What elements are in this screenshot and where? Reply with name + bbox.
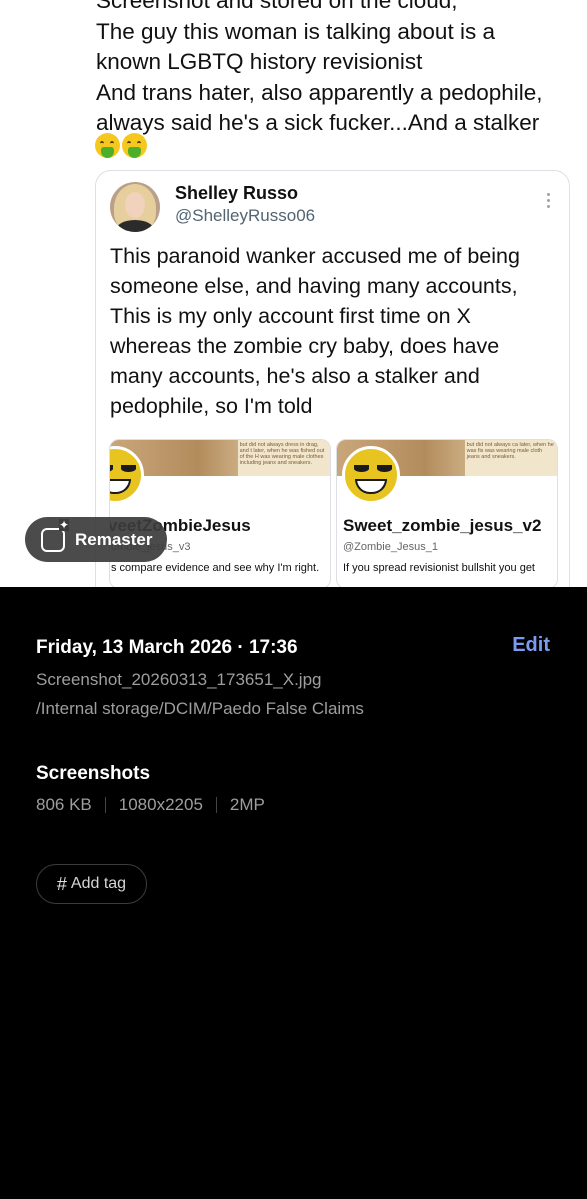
hash-icon: # [56,873,67,894]
profile-card-bio: s compare evidence and see why I'm right… [111,562,320,574]
quoted-line: many accounts, he's also a stalker and [110,364,480,388]
divider [104,797,106,813]
sparkle-square-icon [41,518,69,552]
post-line: And trans hater, also apparently a pedop… [96,79,543,105]
profile-card: but did not always ca later, when he was… [336,439,558,587]
screenshot-preview[interactable]: Screenshot and stored on the cloud, The … [0,0,587,587]
quoted-author-handle: @ShelleyRusso06 [175,206,316,225]
details-panel: Friday, 13 March 2026 · 17:36 Edit Scree… [0,587,587,1199]
profile-card-handle: @Zombie_Jesus_1 [343,541,438,553]
file-meta: 806 KB 1080x2205 2MP [36,795,265,815]
quoted-line: someone else, and having many accounts, [110,274,518,298]
quoted-line: This paranoid wanker accused me of being [110,244,520,268]
post-line: known LGBTQ history revisionist [96,49,423,74]
file-path[interactable]: /Internal storage/DCIM/Paedo False Claim… [36,699,364,719]
file-size: 806 KB [36,795,92,814]
quoted-line: whereas the zombie cry baby, does have [110,334,500,358]
add-tag-label: Add tag [70,875,127,892]
date-time: Friday, 13 March 2026 · 17:36 [36,637,298,658]
post-line: Screenshot and stored on the cloud, [96,0,458,13]
quoted-line: pedophile, so I'm told [110,394,313,418]
post-line: always said he's a sick fucker...And a s… [96,110,540,135]
profile-card: but did not always dress in drag, and t … [109,439,331,587]
resolution: 1080x2205 [118,795,203,814]
emoji-row [95,133,147,158]
remaster-button[interactable]: Remaster [25,517,167,562]
avatar [110,182,160,232]
profile-card-bio: If you spread revisionist bullshit you g… [343,562,535,574]
file-name: Screenshot_20260313_173651_X.jpg [36,670,322,689]
remaster-label: Remaster [75,529,153,549]
quoted-post-card: Shelley Russo @ShelleyRusso06 This paran… [95,170,570,587]
more-options-icon [547,193,551,211]
megapixels: 2MP [229,795,265,814]
quoted-post-text: This paranoid wanker accused me of being… [110,241,560,421]
add-tag-button[interactable]: # Add tag [36,864,147,904]
vomit-face-icon [122,133,147,158]
post-text: Screenshot and stored on the cloud, The … [96,0,576,139]
zombie-avatar [342,446,400,504]
quoted-author-name: Shelley Russo [175,183,299,203]
edit-button[interactable]: Edit [512,634,550,657]
profile-card-title: Sweet_zombie_jesus_v2 [343,516,542,535]
post-line: The guy this woman is talking about is a [96,18,495,44]
divider [215,797,217,813]
album-name[interactable]: Screenshots [36,763,150,785]
vomit-face-icon [95,133,120,158]
quoted-line: This is my only account first time on X [110,304,471,328]
